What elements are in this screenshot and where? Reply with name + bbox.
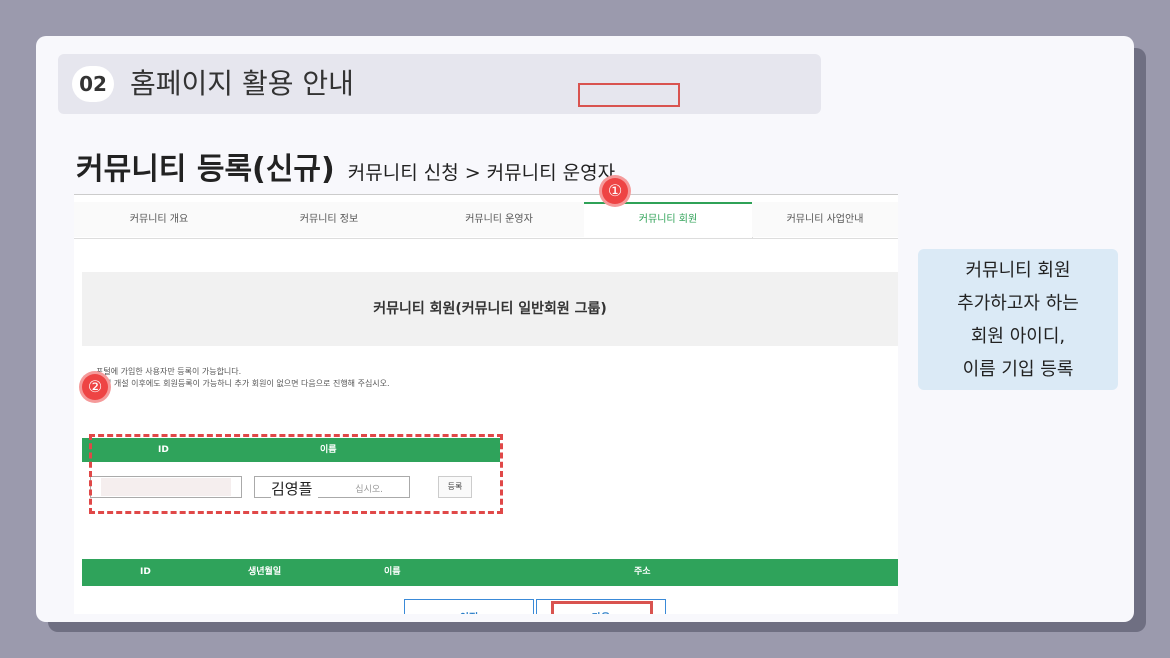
step-marker-2: ② [82, 374, 108, 400]
tab-info[interactable]: 커뮤니티 정보 [244, 202, 415, 237]
tab-members[interactable]: 커뮤니티 회원 [584, 202, 753, 238]
notice-line: 티 개설 이후에도 회원등록이 가능하니 추가 회원이 없으면 다음으로 진행해… [104, 379, 390, 388]
column-header-birthdate: 생년월일 [248, 567, 282, 577]
tab-operator[interactable]: 커뮤니티 운영자 [414, 202, 585, 237]
panel-title: 커뮤니티 회원(커뮤니티 일반회원 그룹) [373, 301, 607, 317]
prev-button[interactable]: 이전 [404, 599, 534, 614]
callout-line: 이름 기입 등록 [962, 359, 1074, 380]
column-header-name: 이름 [384, 567, 401, 577]
breadcrumb: 커뮤니티 신청 > 커뮤니티 운영자 [347, 162, 616, 184]
highlight-box-register [89, 434, 503, 514]
callout-line: 추가하고자 하는 [957, 293, 1079, 314]
tab-overview[interactable]: 커뮤니티 개요 [74, 202, 245, 237]
callout-line: 회원 아이디, [970, 326, 1066, 347]
notice-text: 포털에 가입한 사용자만 등록이 가능합니다. 티 개설 이후에도 회원등록이 … [82, 366, 390, 390]
callout-box: 커뮤니티 회원 추가하고자 하는 회원 아이디, 이름 기입 등록 [918, 249, 1118, 390]
tab-business[interactable]: 커뮤니티 사업안내 [752, 202, 898, 237]
panel-title-box: 커뮤니티 회원(커뮤니티 일반회원 그룹) [82, 272, 898, 346]
screenshot-panel: 커뮤니티 개요 커뮤니티 정보 커뮤니티 운영자 커뮤니티 회원 커뮤니티 사업… [74, 194, 898, 614]
page-title-main: 커뮤니티 등록(신규) [76, 152, 335, 187]
column-header-id: ID [140, 567, 151, 577]
highlight-box-tab [578, 83, 680, 107]
step-marker-1: ① [602, 178, 628, 204]
callout-line: 커뮤니티 회원 [965, 260, 1071, 281]
highlight-box-next [551, 601, 653, 614]
page-title: 커뮤니티 등록(신규) 커뮤니티 신청 > 커뮤니티 운영자 [76, 144, 615, 188]
notice-line: 포털에 가입한 사용자만 등록이 가능합니다. [96, 367, 242, 376]
section-number: 02 [72, 66, 114, 102]
member-table-header: ID 생년월일 이름 주소 [82, 559, 898, 586]
divider [74, 194, 898, 195]
tab-bar: 커뮤니티 개요 커뮤니티 정보 커뮤니티 운영자 커뮤니티 회원 커뮤니티 사업… [74, 202, 898, 239]
column-header-address: 주소 [634, 567, 651, 577]
section-header: 02 홈페이지 활용 안내 [58, 54, 821, 114]
section-title: 홈페이지 활용 안내 [130, 67, 354, 100]
